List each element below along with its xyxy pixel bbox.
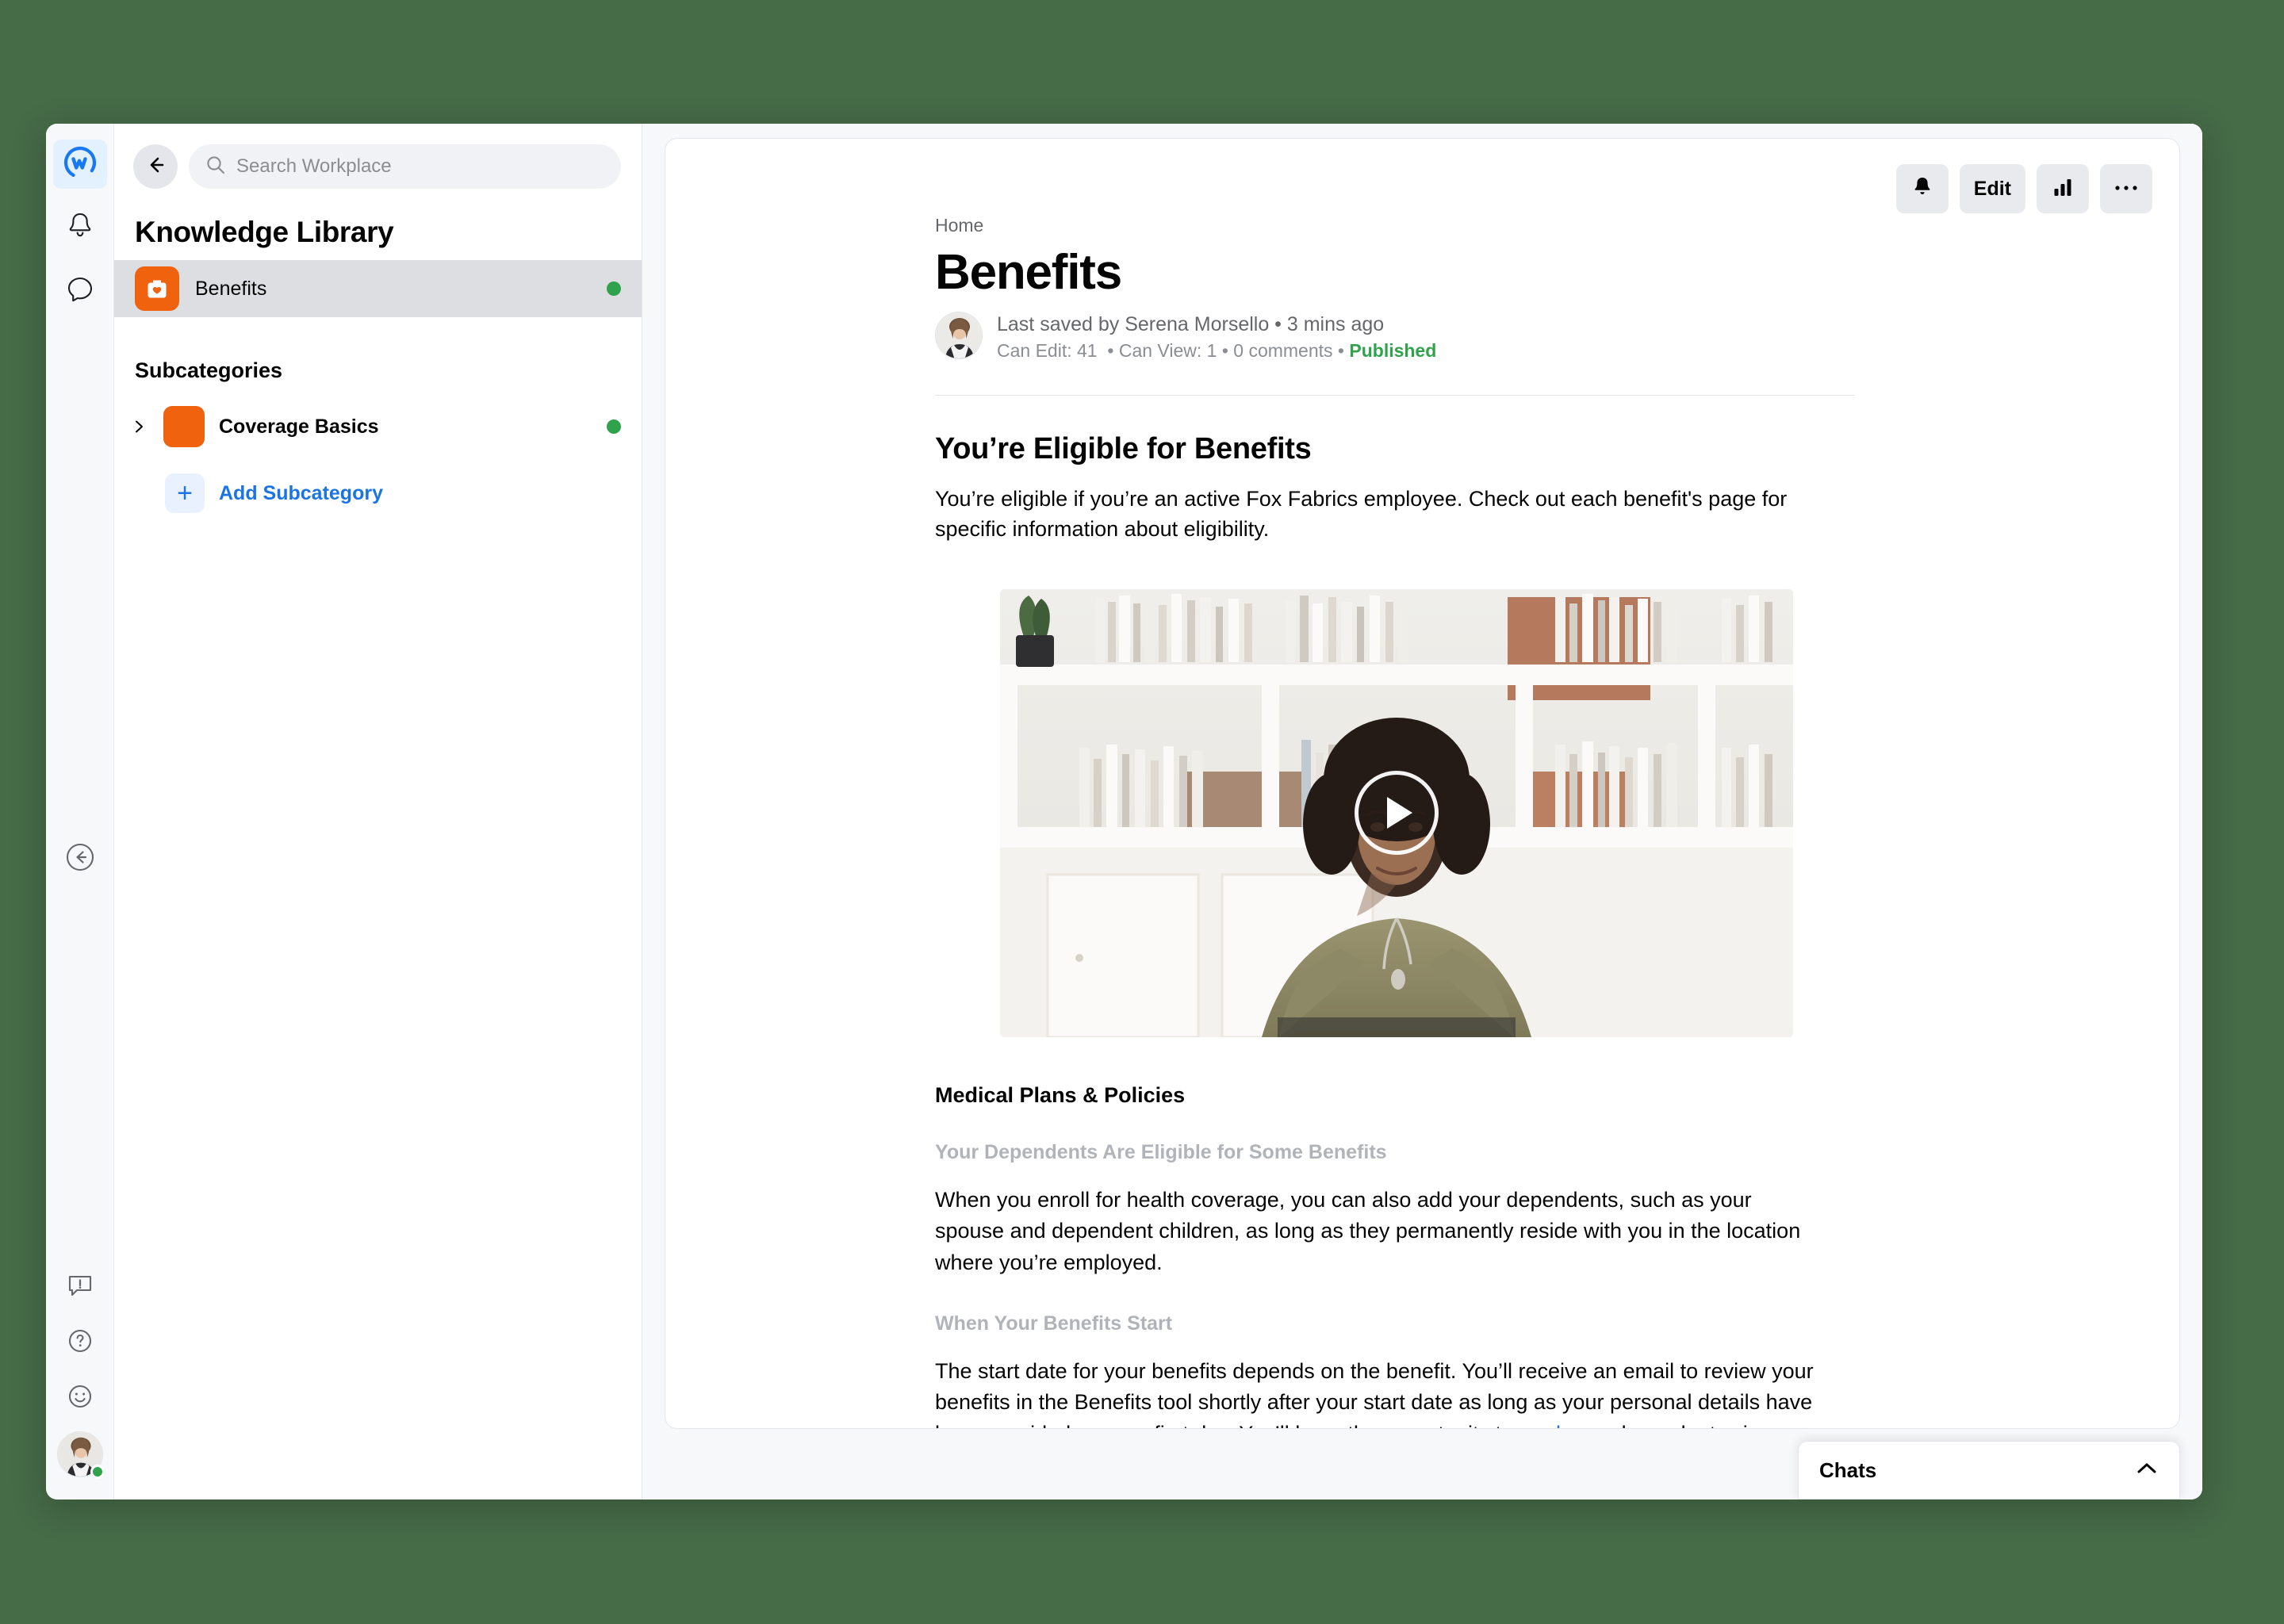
- byline-text: Last saved by Serena Morsello • 3 mins a…: [997, 312, 1436, 362]
- rail-user-avatar[interactable]: [57, 1431, 103, 1477]
- chats-label: Chats: [1819, 1458, 1876, 1483]
- rail-collapse-button[interactable]: [59, 837, 102, 880]
- workplace-app-window: Knowledge Library Benefits Subcategories: [46, 124, 2202, 1500]
- subcategories-heading: Subcategories: [114, 317, 642, 399]
- rail-item-chat[interactable]: [53, 266, 107, 316]
- sidebar-subitem-coverage-basics[interactable]: Coverage Basics: [114, 399, 642, 454]
- breadcrumb[interactable]: Home: [935, 215, 1776, 236]
- document-subheading: Medical Plans & Policies: [935, 1083, 1776, 1108]
- block-body-0: When you enroll for health coverage, you…: [935, 1185, 1823, 1279]
- can-edit-count: Can Edit: 41: [997, 340, 1098, 361]
- bell-icon: [64, 210, 96, 246]
- ellipsis-icon: [2114, 182, 2138, 196]
- chevron-up-icon[interactable]: [2135, 1461, 2159, 1480]
- smiley-face-icon: [65, 1381, 95, 1415]
- can-view-count: Can View: 1: [1119, 340, 1217, 361]
- search-icon: [205, 154, 227, 180]
- edit-button-label: Edit: [1974, 178, 2011, 201]
- subcategory-color-swatch: [163, 406, 205, 447]
- sidebar-item-benefits[interactable]: Benefits: [114, 260, 642, 317]
- enrol-link[interactable]: enrol: [1513, 1422, 1561, 1429]
- medical-bag-heart-icon: [135, 266, 179, 311]
- sidebar-subitem-label: Coverage Basics: [219, 416, 592, 439]
- document-byline: Last saved by Serena Morsello • 3 mins a…: [935, 312, 1776, 362]
- help-question-icon: [65, 1326, 95, 1360]
- back-button[interactable]: [133, 144, 178, 189]
- chats-dock[interactable]: Chats: [1798, 1441, 2180, 1500]
- desktop-background: Knowledge Library Benefits Subcategories: [0, 0, 2284, 1624]
- document-card: Edit: [665, 138, 2180, 1429]
- status-badge: Published: [1349, 340, 1436, 361]
- back-arrow-icon: [144, 153, 167, 181]
- rail-item-report-problem[interactable]: [53, 1265, 107, 1309]
- byline-sep-3: •: [1338, 340, 1349, 361]
- insights-button[interactable]: [2037, 164, 2089, 213]
- bell-filled-icon: [1910, 175, 1934, 203]
- chevron-right-icon[interactable]: [128, 419, 149, 435]
- rail-bottom-group: [53, 1265, 107, 1500]
- knowledge-library-sidebar: Knowledge Library Benefits Subcategories: [114, 124, 642, 1500]
- byline-sep-1: •: [1102, 340, 1119, 361]
- author-avatar: [935, 312, 983, 359]
- comment-count: 0 comments: [1233, 340, 1332, 361]
- document-body: Home Benefits: [665, 139, 1776, 1429]
- rail-item-feedback[interactable]: [53, 1376, 107, 1420]
- byline-stats: Can Edit: 41 • Can View: 1 • 0 comments …: [997, 340, 1436, 362]
- status-dot-coverage-basics: [607, 419, 621, 434]
- main-content-area: Edit: [642, 124, 2202, 1500]
- block-body-1-part2: your dependents via: [1561, 1422, 1760, 1429]
- document-action-toolbar: Edit: [1896, 164, 2152, 213]
- play-triangle-icon[interactable]: [1355, 771, 1439, 855]
- header-divider: [935, 395, 1855, 396]
- block-heading-1: When Your Benefits Start: [935, 1312, 1776, 1335]
- search-input-wrapper[interactable]: [189, 144, 621, 189]
- block-body-1-part1: The start date for your benefits depends…: [935, 1359, 1814, 1429]
- sidebar-top-bar: [114, 124, 642, 200]
- rail-item-help[interactable]: [53, 1320, 107, 1365]
- block-heading-0: Your Dependents Are Eligible for Some Be…: [935, 1141, 1776, 1164]
- byline-sep-2: •: [1222, 340, 1233, 361]
- add-subcategory-label: Add Subcategory: [219, 482, 383, 505]
- page-title: Benefits: [935, 244, 1776, 301]
- sidebar-item-benefits-label: Benefits: [195, 278, 591, 301]
- follow-button[interactable]: [1896, 164, 1949, 213]
- intro-paragraph: You’re eligible if you’re an active Fox …: [935, 484, 1823, 545]
- section-heading: You’re Eligible for Benefits: [935, 432, 1776, 466]
- byline-saved-by: Last saved by Serena Morsello • 3 mins a…: [997, 313, 1436, 336]
- sidebar-title: Knowledge Library: [114, 200, 642, 260]
- edit-button[interactable]: Edit: [1960, 164, 2025, 213]
- play-triangle-shape: [1387, 797, 1412, 829]
- benefits-video-thumbnail[interactable]: [1000, 589, 1793, 1037]
- report-problem-icon: [65, 1270, 95, 1304]
- bar-chart-icon: [2052, 176, 2074, 202]
- plus-icon: +: [165, 473, 205, 513]
- more-options-button[interactable]: [2100, 164, 2152, 213]
- chat-bubble-icon: [64, 274, 96, 309]
- collapse-left-arrow-icon: [62, 839, 98, 879]
- rail-item-notifications[interactable]: [53, 203, 107, 252]
- search-input[interactable]: [236, 155, 605, 178]
- rail-item-workplace-home[interactable]: [53, 140, 107, 189]
- block-body-1: The start date for your benefits depends…: [935, 1356, 1823, 1429]
- left-icon-rail: [46, 124, 114, 1500]
- add-subcategory-button[interactable]: + Add Subcategory: [114, 454, 642, 513]
- status-dot-benefits: [607, 282, 621, 296]
- workplace-logo-icon: [63, 145, 98, 184]
- avatar-online-badge: [90, 1465, 105, 1479]
